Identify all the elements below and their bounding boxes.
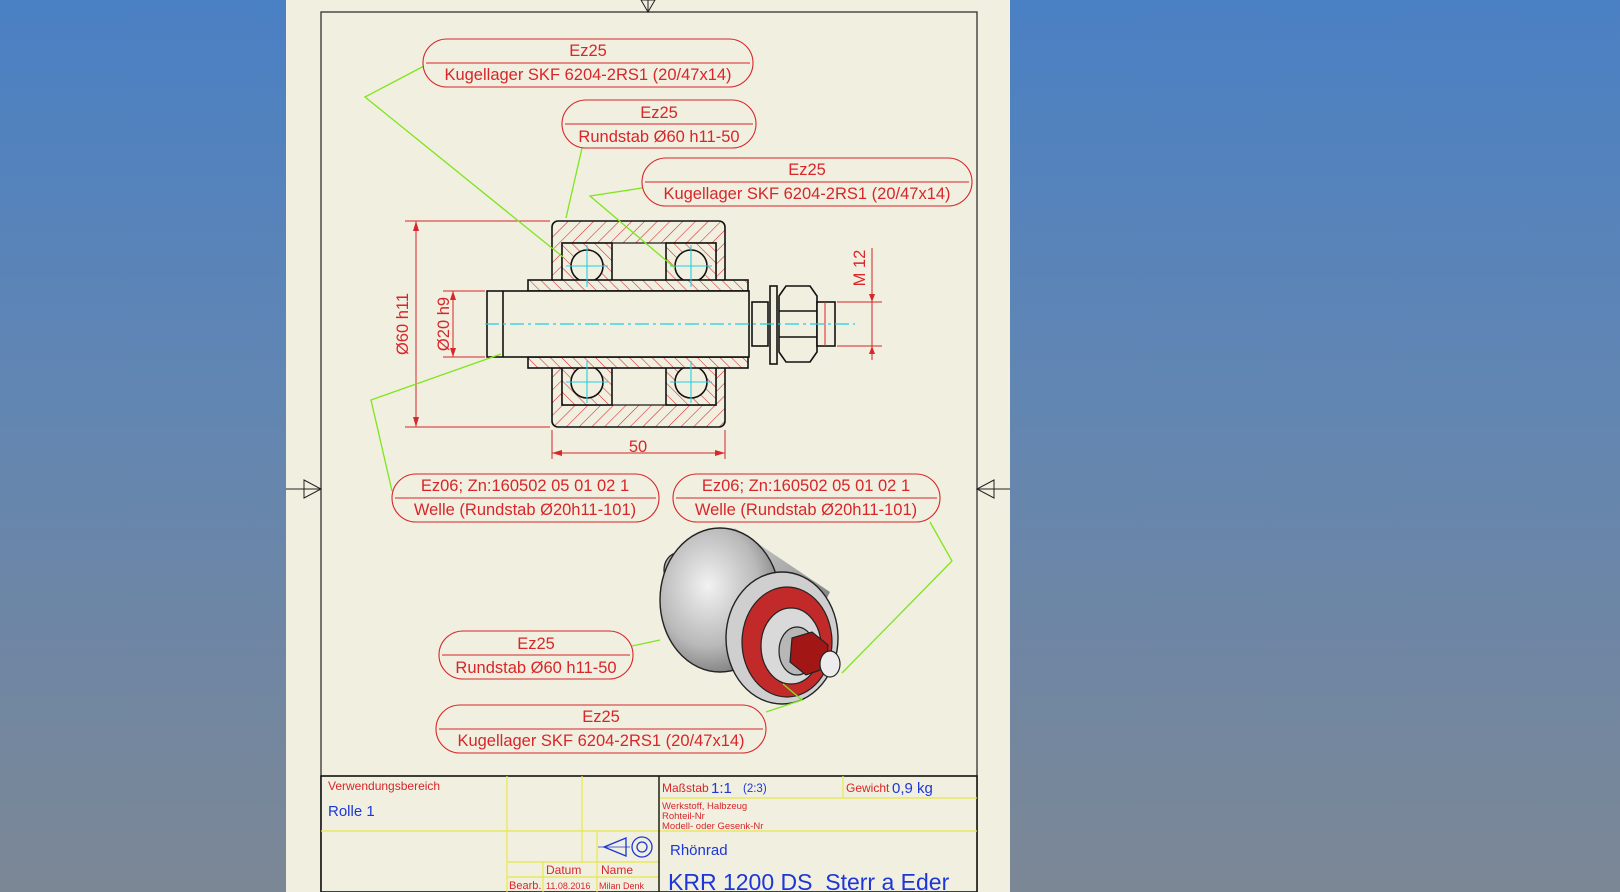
callout-2: Ez25 Rundstab Ø60 h11-50 bbox=[561, 99, 757, 149]
drawing-title: KRR 1200 DS Sterr a Eder bbox=[668, 869, 950, 892]
callout-7: Ez25 Kugellager SKF 6204-2RS1 (20/47x14) bbox=[435, 704, 767, 754]
callout-1: Ez25 Kugellager SKF 6204-2RS1 (20/47x14) bbox=[422, 38, 754, 88]
name-value: Milan Denk bbox=[599, 881, 645, 891]
dim-thread: M 12 bbox=[851, 250, 869, 287]
callout-6: Ez25 Rundstab Ø60 h11-50 bbox=[438, 630, 634, 680]
callout-3-line1: Ez25 bbox=[788, 161, 826, 179]
project-name: Rhönrad bbox=[670, 842, 728, 859]
callout-1-line1: Ez25 bbox=[569, 42, 607, 60]
usage-value: Rolle 1 bbox=[328, 803, 375, 820]
callout-4-line2: Welle (Rundstab Ø20h11-101) bbox=[414, 501, 636, 519]
callout-3: Ez25 Kugellager SKF 6204-2RS1 (20/47x14) bbox=[641, 157, 973, 207]
scale-label: Maßstab bbox=[662, 781, 709, 795]
title-block: Verwendungsbereich Rolle 1 Maßstab 1:1 (… bbox=[320, 775, 978, 892]
callout-7-line1: Ez25 bbox=[582, 708, 620, 726]
model-label: Modell- oder Gesenk-Nr bbox=[662, 821, 763, 832]
date-header: Datum bbox=[546, 863, 581, 877]
callout-5-line2: Welle (Rundstab Ø20h11-101) bbox=[695, 501, 917, 519]
scale-secondary: (2:3) bbox=[743, 783, 767, 795]
row-label-bearb: Bearb. bbox=[509, 880, 541, 892]
weight-label: Gewicht bbox=[846, 781, 890, 795]
callout-2-line1: Ez25 bbox=[640, 104, 678, 122]
usage-label: Verwendungsbereich bbox=[328, 779, 440, 793]
callout-6-line2: Rundstab Ø60 h11-50 bbox=[455, 659, 616, 677]
name-header: Name bbox=[601, 863, 633, 877]
dim-shaft-diameter: Ø20 h9 bbox=[435, 297, 453, 351]
isometric-view bbox=[659, 527, 841, 705]
callout-2-line2: Rundstab Ø60 h11-50 bbox=[578, 128, 739, 146]
callout-6-line1: Ez25 bbox=[517, 635, 555, 653]
callout-5: Ez06; Zn:160502 05 01 02 1 Welle (Rundst… bbox=[672, 473, 941, 523]
callout-1-line2: Kugellager SKF 6204-2RS1 (20/47x14) bbox=[444, 66, 731, 84]
scale-value: 1:1 bbox=[711, 780, 732, 797]
technical-drawing: Ø60 h11 Ø20 h9 M 12 50 Ez25 Kugellager S… bbox=[286, 0, 1010, 892]
callout-4-line1: Ez06; Zn:160502 05 01 02 1 bbox=[421, 477, 629, 495]
dim-outer-diameter: Ø60 h11 bbox=[394, 293, 412, 355]
callout-7-line2: Kugellager SKF 6204-2RS1 (20/47x14) bbox=[457, 732, 744, 750]
callout-4: Ez06; Zn:160502 05 01 02 1 Welle (Rundst… bbox=[391, 473, 660, 523]
callout-3-line2: Kugellager SKF 6204-2RS1 (20/47x14) bbox=[663, 185, 950, 203]
callout-5-line1: Ez06; Zn:160502 05 01 02 1 bbox=[702, 477, 910, 495]
weight-value: 0,9 kg bbox=[892, 780, 933, 797]
dim-length: 50 bbox=[629, 438, 647, 456]
date-value: 11.08.2016 bbox=[546, 881, 590, 891]
